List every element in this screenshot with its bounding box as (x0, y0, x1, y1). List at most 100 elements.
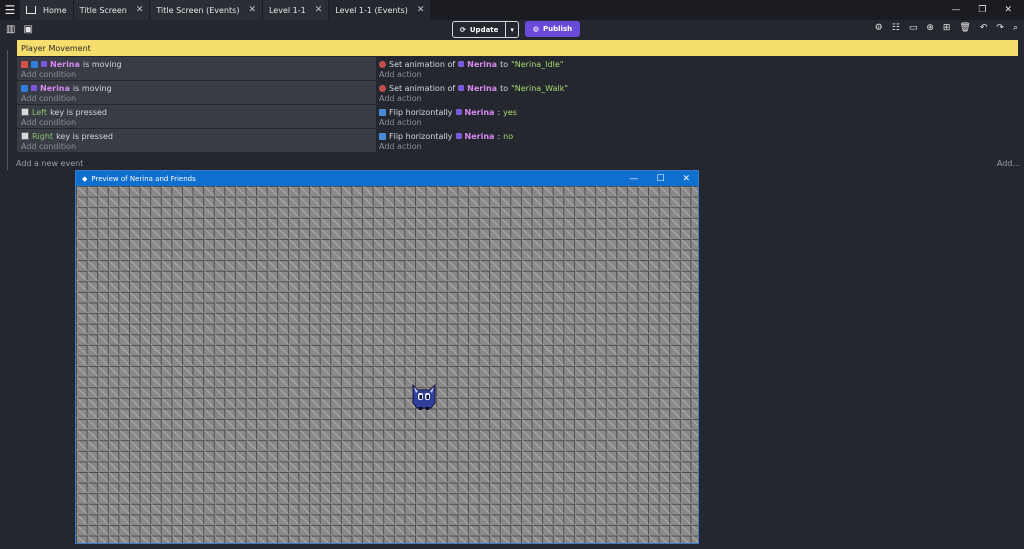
tab-home[interactable]: Home (20, 0, 73, 20)
close-window-icon[interactable]: ✕ (1004, 5, 1012, 15)
preview-titlebar[interactable]: ◆ Preview of Nerina and Friends — ☐ ✕ (76, 171, 698, 186)
tab-title-screen[interactable]: Title Screen ✕ (73, 0, 150, 20)
event-row[interactable]: Left key is pressed Add condition Flip h… (17, 105, 1018, 128)
game-canvas[interactable] (76, 186, 698, 543)
delete-icon[interactable]: 🗑 (959, 23, 970, 33)
publish-label: Publish (543, 25, 573, 33)
object-name: Nerina (464, 131, 495, 141)
add-condition-link[interactable]: Add condition (21, 118, 372, 128)
object-icon (41, 61, 47, 67)
restore-icon[interactable]: ❐ (978, 5, 986, 15)
close-icon[interactable]: ✕ (136, 5, 144, 15)
add-action-link[interactable]: Add action (379, 70, 1016, 80)
action-value: no (503, 131, 514, 141)
minimize-icon[interactable]: — (951, 5, 960, 15)
object-icon (458, 85, 465, 91)
save-icon[interactable]: ▣ (23, 24, 32, 35)
condition-text: is moving (72, 83, 112, 93)
add-sub-icon[interactable]: ⊞ (943, 23, 951, 33)
object-name: Nerina (464, 107, 495, 117)
add-condition-link[interactable]: Add condition (21, 70, 372, 80)
action-block[interactable]: Flip horizontally Nerina : yes Add actio… (377, 105, 1018, 128)
action-block[interactable]: Set animation of Nerina to "Nerina_Walk"… (377, 81, 1018, 104)
action-text: to (500, 59, 509, 69)
add-event-icon[interactable]: ⊕ (926, 23, 934, 33)
condition-block[interactable]: Left key is pressed Add condition (17, 105, 376, 128)
tab-level-1-1[interactable]: Level 1-1 ✕ (262, 0, 329, 20)
action-text: Flip horizontally (389, 131, 453, 141)
tab-label: Title Screen (79, 5, 127, 15)
event-row[interactable]: Nerina is moving Add condition Set anima… (17, 57, 1018, 80)
animation-icon (379, 84, 386, 92)
action-text: : (497, 131, 501, 141)
action-value: yes (503, 107, 517, 117)
tab-label: Level 1-1 (Events) (335, 5, 408, 15)
minimize-icon[interactable]: — (629, 174, 638, 184)
add-condition-link[interactable]: Add condition (21, 94, 372, 104)
menu-icon[interactable]: ☰ (0, 0, 20, 20)
keyboard-icon (21, 132, 29, 140)
condition-block[interactable]: Nerina is moving Add condition (17, 81, 376, 104)
tab-title-screen-events[interactable]: Title Screen (Events) ✕ (150, 0, 262, 20)
toggle-events-icon[interactable]: ☷ (892, 23, 900, 33)
condition-text: is moving (82, 59, 122, 69)
update-button[interactable]: ⟳ Update ▾ (452, 21, 519, 38)
moving-icon (31, 60, 38, 68)
condition-text: key is pressed (50, 107, 107, 117)
add-action-link[interactable]: Add action (379, 142, 1016, 152)
comment-icon[interactable]: ▭ (909, 23, 918, 33)
tab-label: Title Screen (Events) (156, 5, 240, 15)
invert-icon (21, 60, 28, 68)
close-icon[interactable]: ✕ (417, 5, 425, 15)
object-name: Nerina (467, 83, 498, 93)
event-settings-icon[interactable]: ⚙ (875, 23, 883, 33)
condition-block[interactable]: Nerina is moving Add condition (17, 57, 376, 80)
flip-icon (379, 132, 386, 140)
redo-icon[interactable]: ↷ (996, 23, 1004, 33)
condition-block[interactable]: Right key is pressed Add condition (17, 129, 376, 152)
action-block[interactable]: Set animation of Nerina to "Nerina_Idle"… (377, 57, 1018, 80)
chevron-down-icon[interactable]: ▾ (505, 22, 518, 37)
object-icon (455, 109, 462, 115)
close-icon[interactable]: ✕ (248, 5, 256, 15)
close-icon[interactable]: ✕ (315, 5, 323, 15)
preview-title: Preview of Nerina and Friends (91, 174, 196, 183)
window-controls: — ❐ ✕ (951, 0, 1024, 20)
add-action-link[interactable]: Add action (379, 94, 1016, 104)
close-icon[interactable]: ✕ (682, 174, 690, 184)
add-menu-link[interactable]: Add... (997, 159, 1020, 168)
condition-text: key is pressed (56, 131, 114, 141)
object-name: Nerina (50, 59, 80, 69)
home-icon (26, 6, 36, 14)
keyboard-icon (21, 108, 29, 116)
tab-level-1-1-events[interactable]: Level 1-1 (Events) ✕ (329, 0, 431, 20)
action-text: to (500, 83, 509, 93)
search-icon[interactable]: ⌕ (1013, 23, 1018, 33)
tab-label: Level 1-1 (268, 5, 306, 15)
key-name: Left (32, 107, 48, 117)
globe-icon: ◍ (532, 25, 540, 33)
publish-button[interactable]: ◍ Publish (524, 21, 581, 37)
action-text: Set animation of (389, 59, 456, 69)
action-value: "Nerina_Idle" (511, 59, 564, 69)
undo-icon[interactable]: ↶ (980, 23, 988, 33)
add-new-event-link[interactable]: Add a new event (16, 159, 83, 168)
player-sprite (412, 383, 436, 410)
event-row[interactable]: Right key is pressed Add condition Flip … (17, 129, 1018, 152)
event-row[interactable]: Nerina is moving Add condition Set anima… (17, 81, 1018, 104)
event-group[interactable]: Player Movement (17, 40, 1018, 56)
update-label: Update (469, 25, 499, 34)
preview-window: ◆ Preview of Nerina and Friends — ☐ ✕ (76, 171, 698, 543)
maximize-icon[interactable]: ☐ (656, 174, 664, 184)
refresh-icon: ⟳ (460, 25, 466, 34)
animation-icon (379, 60, 386, 68)
moving-icon (21, 84, 28, 92)
object-icon (31, 85, 37, 91)
panels-icon[interactable]: ▥ (6, 24, 15, 35)
object-name: Nerina (467, 59, 498, 69)
action-block[interactable]: Flip horizontally Nerina : no Add action (377, 129, 1018, 152)
tree-guide (7, 50, 8, 170)
tab-bar: ☰ Home Title Screen ✕ Title Screen (Even… (0, 0, 1024, 20)
add-action-link[interactable]: Add action (379, 118, 1016, 128)
add-condition-link[interactable]: Add condition (21, 142, 372, 152)
